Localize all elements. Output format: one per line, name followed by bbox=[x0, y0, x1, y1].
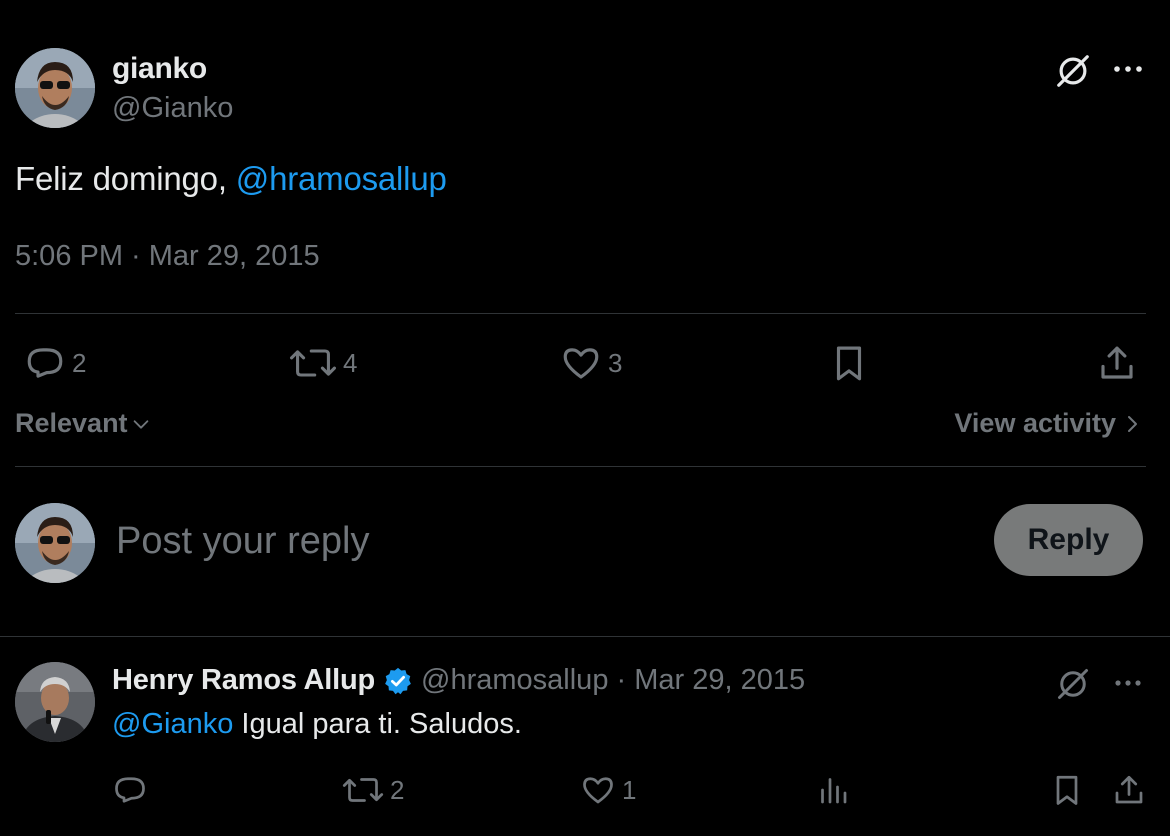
post-detail-view: gianko @Gianko Feliz domingo, @hramosall… bbox=[0, 0, 1170, 836]
author-avatar[interactable] bbox=[15, 48, 95, 128]
reply-repost-count: 2 bbox=[390, 774, 405, 805]
divider bbox=[15, 466, 1146, 467]
reply-mention-link[interactable]: @Gianko bbox=[112, 708, 233, 740]
heart-icon bbox=[563, 348, 599, 379]
reply-icon bbox=[27, 348, 63, 378]
analytics-icon bbox=[821, 778, 847, 804]
sort-dropdown[interactable]: Relevant bbox=[15, 408, 152, 439]
avatar-image bbox=[15, 662, 95, 742]
author-handle[interactable]: @Gianko bbox=[112, 92, 233, 125]
reply-author-name[interactable]: Henry Ramos Allup bbox=[112, 664, 375, 697]
share-action-button[interactable] bbox=[1096, 342, 1138, 384]
reply-text-body: Igual para ti. Saludos. bbox=[233, 708, 522, 740]
bookmark-icon bbox=[836, 346, 862, 381]
chevron-right-icon bbox=[1128, 415, 1137, 432]
reply-header: Henry Ramos Allup @hramosallup · Mar 29,… bbox=[112, 664, 805, 697]
reply-count: 2 bbox=[72, 347, 87, 378]
heart-icon bbox=[583, 777, 613, 804]
reply-action-button[interactable]: 2 bbox=[24, 342, 86, 384]
composer-avatar[interactable] bbox=[15, 503, 95, 583]
like-action-button[interactable]: 3 bbox=[560, 342, 622, 384]
reply-repost-button[interactable]: 2 bbox=[342, 772, 404, 808]
share-icon bbox=[1115, 775, 1143, 804]
repost-icon bbox=[290, 349, 336, 377]
reply-author-avatar[interactable] bbox=[15, 662, 95, 742]
tweet-timestamp[interactable]: 5:06 PM · Mar 29, 2015 bbox=[15, 240, 320, 273]
verified-badge-icon bbox=[385, 667, 411, 694]
reply-like-count: 1 bbox=[622, 774, 637, 805]
repost-icon bbox=[342, 778, 384, 802]
repost-count: 4 bbox=[343, 347, 358, 378]
reply-bookmark-button[interactable] bbox=[1049, 772, 1085, 808]
grok-icon bbox=[1058, 669, 1088, 699]
reply-more-options-button[interactable] bbox=[1110, 668, 1146, 698]
reply-icon bbox=[115, 777, 145, 803]
mention-link[interactable]: @hramosallup bbox=[236, 160, 447, 197]
reply-button[interactable]: Reply bbox=[994, 504, 1143, 576]
verified-badge bbox=[383, 666, 413, 696]
reply-handle-date[interactable]: @hramosallup · Mar 29, 2015 bbox=[421, 664, 805, 697]
bookmark-icon bbox=[1056, 775, 1078, 805]
view-activity-link[interactable]: View activity bbox=[954, 408, 1142, 439]
bookmark-action-button[interactable] bbox=[828, 342, 870, 384]
tweet-text-body: Feliz domingo, bbox=[15, 160, 236, 197]
grok-icon bbox=[1057, 55, 1089, 87]
more-options-button[interactable] bbox=[1108, 54, 1148, 84]
reply-analytics-button[interactable] bbox=[815, 772, 851, 808]
reply-share-button[interactable] bbox=[1111, 772, 1147, 808]
repost-action-button[interactable]: 4 bbox=[289, 342, 357, 384]
divider bbox=[15, 313, 1146, 314]
more-icon bbox=[1114, 66, 1142, 72]
avatar-image bbox=[15, 503, 95, 583]
reply-reply-button[interactable] bbox=[112, 772, 148, 808]
more-icon bbox=[1115, 680, 1141, 686]
tweet-text: Feliz domingo, @hramosallup bbox=[15, 160, 447, 198]
view-activity-label: View activity bbox=[954, 408, 1116, 438]
like-count: 3 bbox=[608, 347, 623, 378]
chevron-down-icon bbox=[133, 419, 148, 429]
reply-input[interactable] bbox=[116, 516, 936, 566]
reply-like-button[interactable]: 1 bbox=[580, 772, 636, 808]
author-name[interactable]: gianko bbox=[112, 52, 207, 86]
share-icon bbox=[1101, 346, 1133, 379]
reply-grok-button[interactable] bbox=[1053, 664, 1093, 704]
avatar-image bbox=[15, 48, 95, 128]
divider bbox=[0, 636, 1170, 637]
sort-label: Relevant bbox=[15, 408, 128, 438]
grok-button[interactable] bbox=[1052, 50, 1094, 92]
reply-text: @Gianko Igual para ti. Saludos. bbox=[112, 708, 522, 741]
